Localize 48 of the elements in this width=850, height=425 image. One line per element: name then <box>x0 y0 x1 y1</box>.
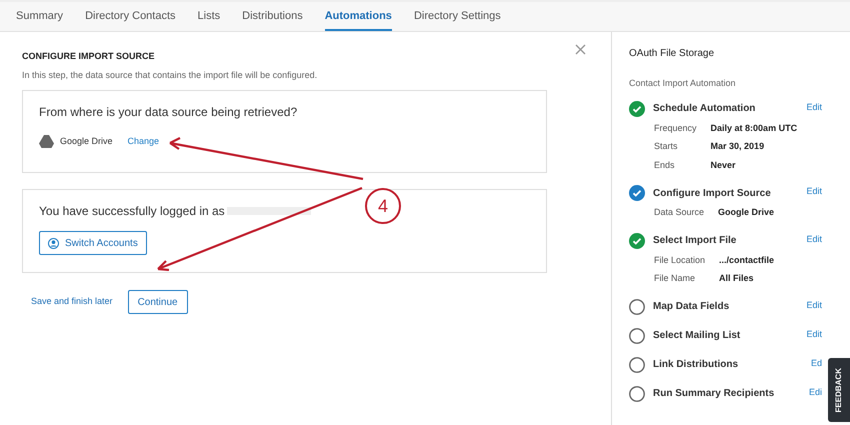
step-name: Link Distributions <box>653 358 739 372</box>
edit-link[interactable]: Edit <box>806 232 822 246</box>
source-name: Google Drive <box>60 135 113 148</box>
sidebar-title: OAuth File Storage <box>629 47 716 61</box>
detail-label: Ends <box>654 158 676 172</box>
detail-value: Mar 30, 2019 <box>710 140 766 153</box>
edit-link[interactable]: Edit <box>806 298 822 312</box>
step-name: Map Data Fields <box>653 300 730 314</box>
step-number-badge: 4 <box>365 188 401 224</box>
question-text: From where is your data source being retrieved? <box>39 104 298 121</box>
save-later-link[interactable]: Save and finish later <box>31 295 113 309</box>
sidebar-subtitle: Contact Import Automation <box>629 77 737 90</box>
edit-link[interactable]: Edi <box>808 386 822 399</box>
edit-link[interactable]: Edit <box>806 185 822 198</box>
step-name: Configure Import Source <box>653 186 772 200</box>
change-link[interactable]: Change <box>128 135 160 148</box>
section-title: CONFIGURE IMPORT SOURCE <box>22 50 156 63</box>
continue-button[interactable]: Continue <box>128 290 188 314</box>
tab[interactable]: Distributions <box>242 2 303 31</box>
feedback-tab[interactable]: FEEDBACK <box>828 358 850 422</box>
step-name: Select Import File <box>653 234 738 248</box>
detail-value: Google Drive <box>718 206 776 219</box>
step-name: Select Mailing List <box>653 329 742 343</box>
detail-value: Never <box>710 158 737 172</box>
edit-link[interactable]: Edit <box>806 100 822 114</box>
edit-link[interactable]: Edit <box>806 328 822 341</box>
step-name: Run Summary Recipients <box>653 387 776 401</box>
user-icon <box>48 238 59 248</box>
detail-label: Frequency <box>654 122 697 135</box>
edit-link[interactable]: Ed <box>810 356 822 370</box>
detail-label: File Name <box>654 272 696 285</box>
tab[interactable]: Directory Settings <box>414 2 501 31</box>
switch-accounts-button[interactable]: Switch Accounts <box>39 231 147 255</box>
tab[interactable]: Summary <box>16 2 64 31</box>
detail-value: All Files <box>719 272 755 285</box>
detail-value: .../contactfile <box>719 254 776 266</box>
detail-label: File Location <box>654 254 706 266</box>
tab[interactable]: Directory Contacts <box>85 2 176 31</box>
section-description: In this step, the data source that contains the import file will be configured. <box>22 68 318 82</box>
tab[interactable]: Lists <box>198 2 220 31</box>
close-icon[interactable] <box>575 44 586 55</box>
detail-value: Daily at 8:00am UTC <box>710 122 798 135</box>
detail-label: Starts <box>654 140 679 153</box>
login-message: You have successfully logged in as <box>39 203 225 220</box>
detail-label: Data Source <box>654 206 704 219</box>
tab[interactable]: Automations <box>324 2 392 31</box>
step-name: Schedule Automation <box>653 102 756 116</box>
drive-icon <box>39 135 54 148</box>
